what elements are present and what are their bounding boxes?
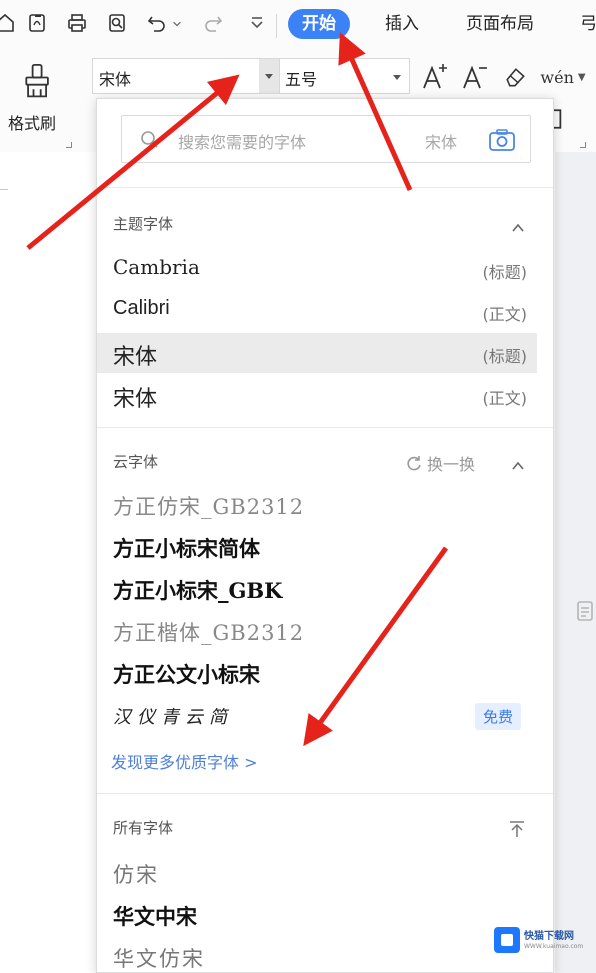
search-placeholder: 搜索您需要的字体 [178, 133, 307, 152]
tab-page-layout[interactable]: 页面布局 [466, 9, 534, 39]
decrease-font-size-icon[interactable] [460, 60, 490, 94]
font-row-songti-heading[interactable]: 宋体 (标题) [97, 333, 537, 373]
font-row-calibri[interactable]: Calibri (正文) [97, 291, 537, 331]
font-group-launcher-icon[interactable] [580, 142, 586, 148]
font-name-value[interactable]: 宋体 [99, 66, 131, 90]
font-name-dropdown-icon[interactable] [259, 59, 279, 93]
pinyin-guide-icon[interactable]: wén ▼ [540, 60, 586, 94]
font-name-combo[interactable]: 宋体 [92, 58, 280, 94]
refresh-icon [407, 456, 421, 471]
search-current-font: 宋体 [425, 133, 458, 152]
customize-icon[interactable] [244, 10, 270, 36]
camera-icon[interactable] [488, 128, 516, 152]
cloud-font-item[interactable]: 方正仿宋_GB2312 [113, 491, 304, 521]
font-search-input[interactable]: 搜索您需要的字体 宋体 [121, 115, 531, 163]
page-corner-mark [0, 178, 8, 190]
all-font-item[interactable]: 华文中宋 [113, 901, 197, 931]
all-font-item[interactable]: 华文仿宋 [113, 943, 205, 972]
redo-icon[interactable] [200, 10, 226, 36]
all-fonts-title: 所有字体 [113, 819, 174, 837]
free-badge: 免费 [475, 703, 522, 730]
font-name: Cambria [113, 255, 200, 279]
cloud-font-item[interactable]: 方正楷体_GB2312 [113, 617, 304, 647]
collapse-cloud-fonts-icon[interactable] [511, 459, 525, 473]
toolbar-separator [276, 14, 277, 38]
font-name: Calibri [113, 297, 170, 319]
font-row-cambria[interactable]: Cambria (标题) [97, 249, 537, 289]
pinyin-guide-label: wén [540, 67, 574, 87]
cloud-fonts-title: 云字体 [113, 453, 159, 471]
print-icon[interactable] [64, 10, 90, 36]
section-divider [97, 187, 553, 188]
quick-access-toolbar: 开始 插入 页面布局 弓 [0, 6, 596, 40]
home-icon[interactable] [0, 10, 18, 36]
clear-formatting-icon[interactable] [500, 62, 530, 92]
font-name: 宋体 [113, 387, 158, 412]
search-icon [141, 131, 158, 148]
export-pdf-icon[interactable] [24, 10, 50, 36]
group-launcher-icon[interactable] [66, 142, 72, 148]
font-size-value[interactable]: 五号 [285, 66, 317, 90]
theme-fonts-title: 主题字体 [113, 215, 174, 233]
dropdown-chevron-icon[interactable] [170, 10, 184, 36]
side-panel-icon[interactable] [577, 598, 593, 624]
font-role-tag: (正文) [482, 389, 528, 408]
tab-partial[interactable]: 弓 [580, 9, 596, 39]
watermark-title: 快猫下载网 [524, 930, 574, 942]
font-name: 宋体 [113, 345, 158, 370]
tab-insert[interactable]: 插入 [385, 9, 419, 39]
cloud-font-item[interactable]: 方正小标宋_GBK [113, 575, 282, 605]
scroll-to-top-icon[interactable] [507, 819, 527, 839]
discover-more-fonts-link[interactable]: 发现更多优质字体 > [111, 749, 258, 773]
font-size-dropdown-icon[interactable] [393, 75, 401, 80]
all-font-item[interactable]: 仿宋 [113, 859, 159, 889]
font-row-songti-body[interactable]: 宋体 (正文) [97, 375, 537, 415]
section-divider [97, 793, 553, 794]
cloud-font-item[interactable]: 方正小标宋简体 [113, 533, 260, 563]
font-dropdown-panel: 搜索您需要的字体 宋体 主题字体 Cambria (标题) Calibri (正… [96, 98, 554, 973]
watermark-logo-icon [494, 927, 520, 953]
cloud-font-item[interactable]: 汉仪青云简 [113, 703, 233, 729]
font-role-tag: (标题) [482, 347, 528, 366]
format-painter-icon[interactable] [18, 60, 58, 104]
font-role-tag: (标题) [482, 263, 528, 282]
watermark-subtitle: WWW.kuaimao.com [524, 942, 584, 950]
font-role-tag: (正文) [482, 305, 528, 324]
site-watermark: 快猫下载网 WWW.kuaimao.com [494, 922, 588, 958]
font-size-combo[interactable]: 五号 [280, 58, 410, 94]
refresh-label: 换一换 [427, 455, 476, 474]
tab-home[interactable]: 开始 [288, 9, 350, 39]
cloud-font-item[interactable]: 方正公文小标宋 [113, 659, 260, 689]
format-painter-label[interactable]: 格式刷 [8, 110, 56, 134]
undo-icon[interactable] [144, 10, 170, 36]
section-divider [97, 427, 553, 428]
refresh-cloud-fonts-button[interactable]: 换一换 [405, 451, 475, 475]
collapse-theme-fonts-icon[interactable] [511, 221, 525, 235]
print-preview-icon[interactable] [104, 10, 130, 36]
increase-font-size-icon[interactable] [420, 60, 450, 94]
